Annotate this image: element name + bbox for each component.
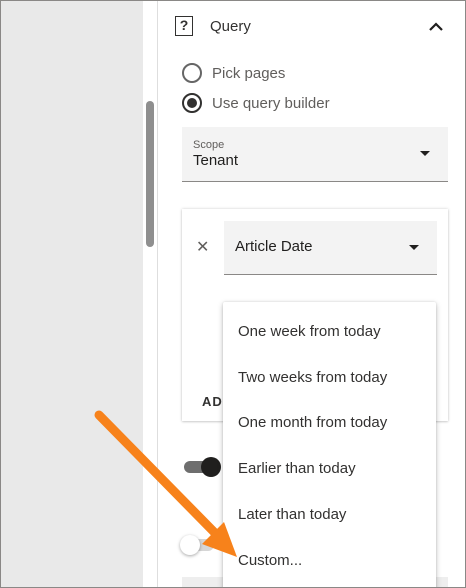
query-builder-label[interactable]: Use query builder [212, 95, 330, 112]
menu-item-two-weeks[interactable]: Two weeks from today [223, 355, 436, 401]
canvas-area [1, 1, 143, 587]
caret-down-icon [409, 245, 419, 250]
question-box-icon: ? [175, 16, 193, 36]
pick-pages-radio[interactable] [182, 63, 202, 83]
scrollbar-thumb[interactable] [146, 101, 154, 247]
toggle-knob [180, 535, 200, 555]
toggle-switch-off[interactable] [180, 535, 214, 555]
section-title: Query [210, 18, 251, 35]
chevron-up-icon[interactable] [426, 19, 446, 35]
date-options-menu: One week from today Two weeks from today… [223, 302, 436, 587]
scope-dropdown[interactable]: Scope Tenant [182, 127, 448, 182]
menu-item-one-week[interactable]: One week from today [223, 309, 436, 355]
caret-down-icon [420, 151, 430, 156]
filter-field-value: Article Date [235, 238, 313, 255]
scrollbar-track[interactable] [143, 1, 157, 587]
scope-label: Scope [193, 139, 225, 151]
close-icon[interactable]: ✕ [196, 237, 209, 257]
query-builder-radio[interactable] [182, 93, 202, 113]
filter-field-dropdown[interactable]: Article Date [224, 221, 437, 275]
toggle-knob [201, 457, 221, 477]
scope-value: Tenant [193, 152, 239, 169]
app-frame: ? Query Pick pages Use query builder Sco… [0, 0, 466, 588]
menu-item-earlier[interactable]: Earlier than today [223, 446, 436, 492]
menu-item-later[interactable]: Later than today [223, 492, 436, 538]
toggle-switch-on[interactable] [184, 457, 221, 477]
pick-pages-label[interactable]: Pick pages [212, 65, 285, 82]
menu-item-custom[interactable]: Custom... [223, 538, 436, 584]
menu-item-one-month[interactable]: One month from today [223, 400, 436, 446]
